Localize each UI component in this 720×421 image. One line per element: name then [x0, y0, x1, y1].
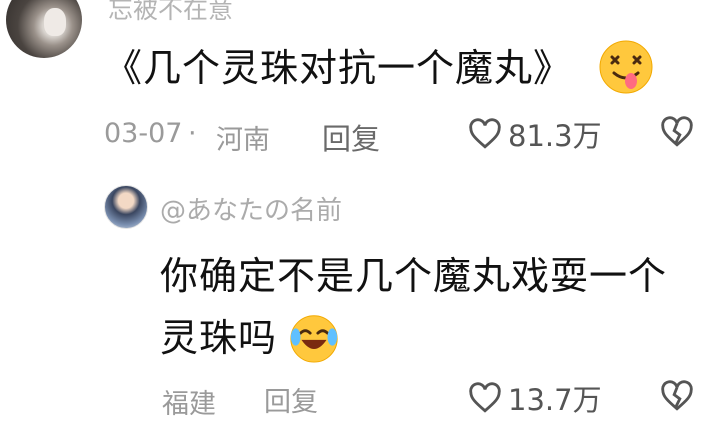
reply-button[interactable]: 回复 [322, 116, 380, 158]
reply-like-count: 13.7万 [508, 383, 602, 417]
meta-separator: · [188, 118, 197, 149]
replier-username[interactable]: @あなたの名前 [160, 190, 342, 227]
heart-icon [469, 382, 501, 413]
like-button[interactable]: 81.3万 [468, 113, 602, 155]
commenter-avatar[interactable] [6, 0, 82, 58]
reply-reply-button[interactable]: 回复 [264, 380, 318, 419]
reply-text-line2: 灵珠吗 [160, 316, 278, 360]
reply-text: 你确定不是几个魔丸戏耍一个 灵珠吗 [160, 245, 700, 369]
comment-date: 03-07 [104, 118, 183, 149]
reply-like-button[interactable]: 13.7万 [468, 377, 602, 419]
face-with-tongue-emoji [599, 40, 653, 94]
avatar-cat-figure [44, 8, 66, 36]
comment-location: 河南 [216, 125, 270, 156]
reply-location: 福建 [162, 389, 216, 420]
comment-text: 《几个灵珠对抗一个魔丸》 [104, 46, 573, 90]
like-count: 81.3万 [508, 119, 602, 153]
heart-icon [469, 118, 501, 149]
replier-avatar[interactable] [104, 185, 148, 229]
reply-text-line1: 你确定不是几个魔丸戏耍一个 [160, 254, 668, 298]
broken-heart-icon[interactable] [660, 380, 694, 412]
laughing-emoji [290, 315, 338, 363]
commenter-username[interactable]: 忘被不在意 [108, 0, 233, 26]
broken-heart-icon[interactable] [660, 116, 694, 148]
